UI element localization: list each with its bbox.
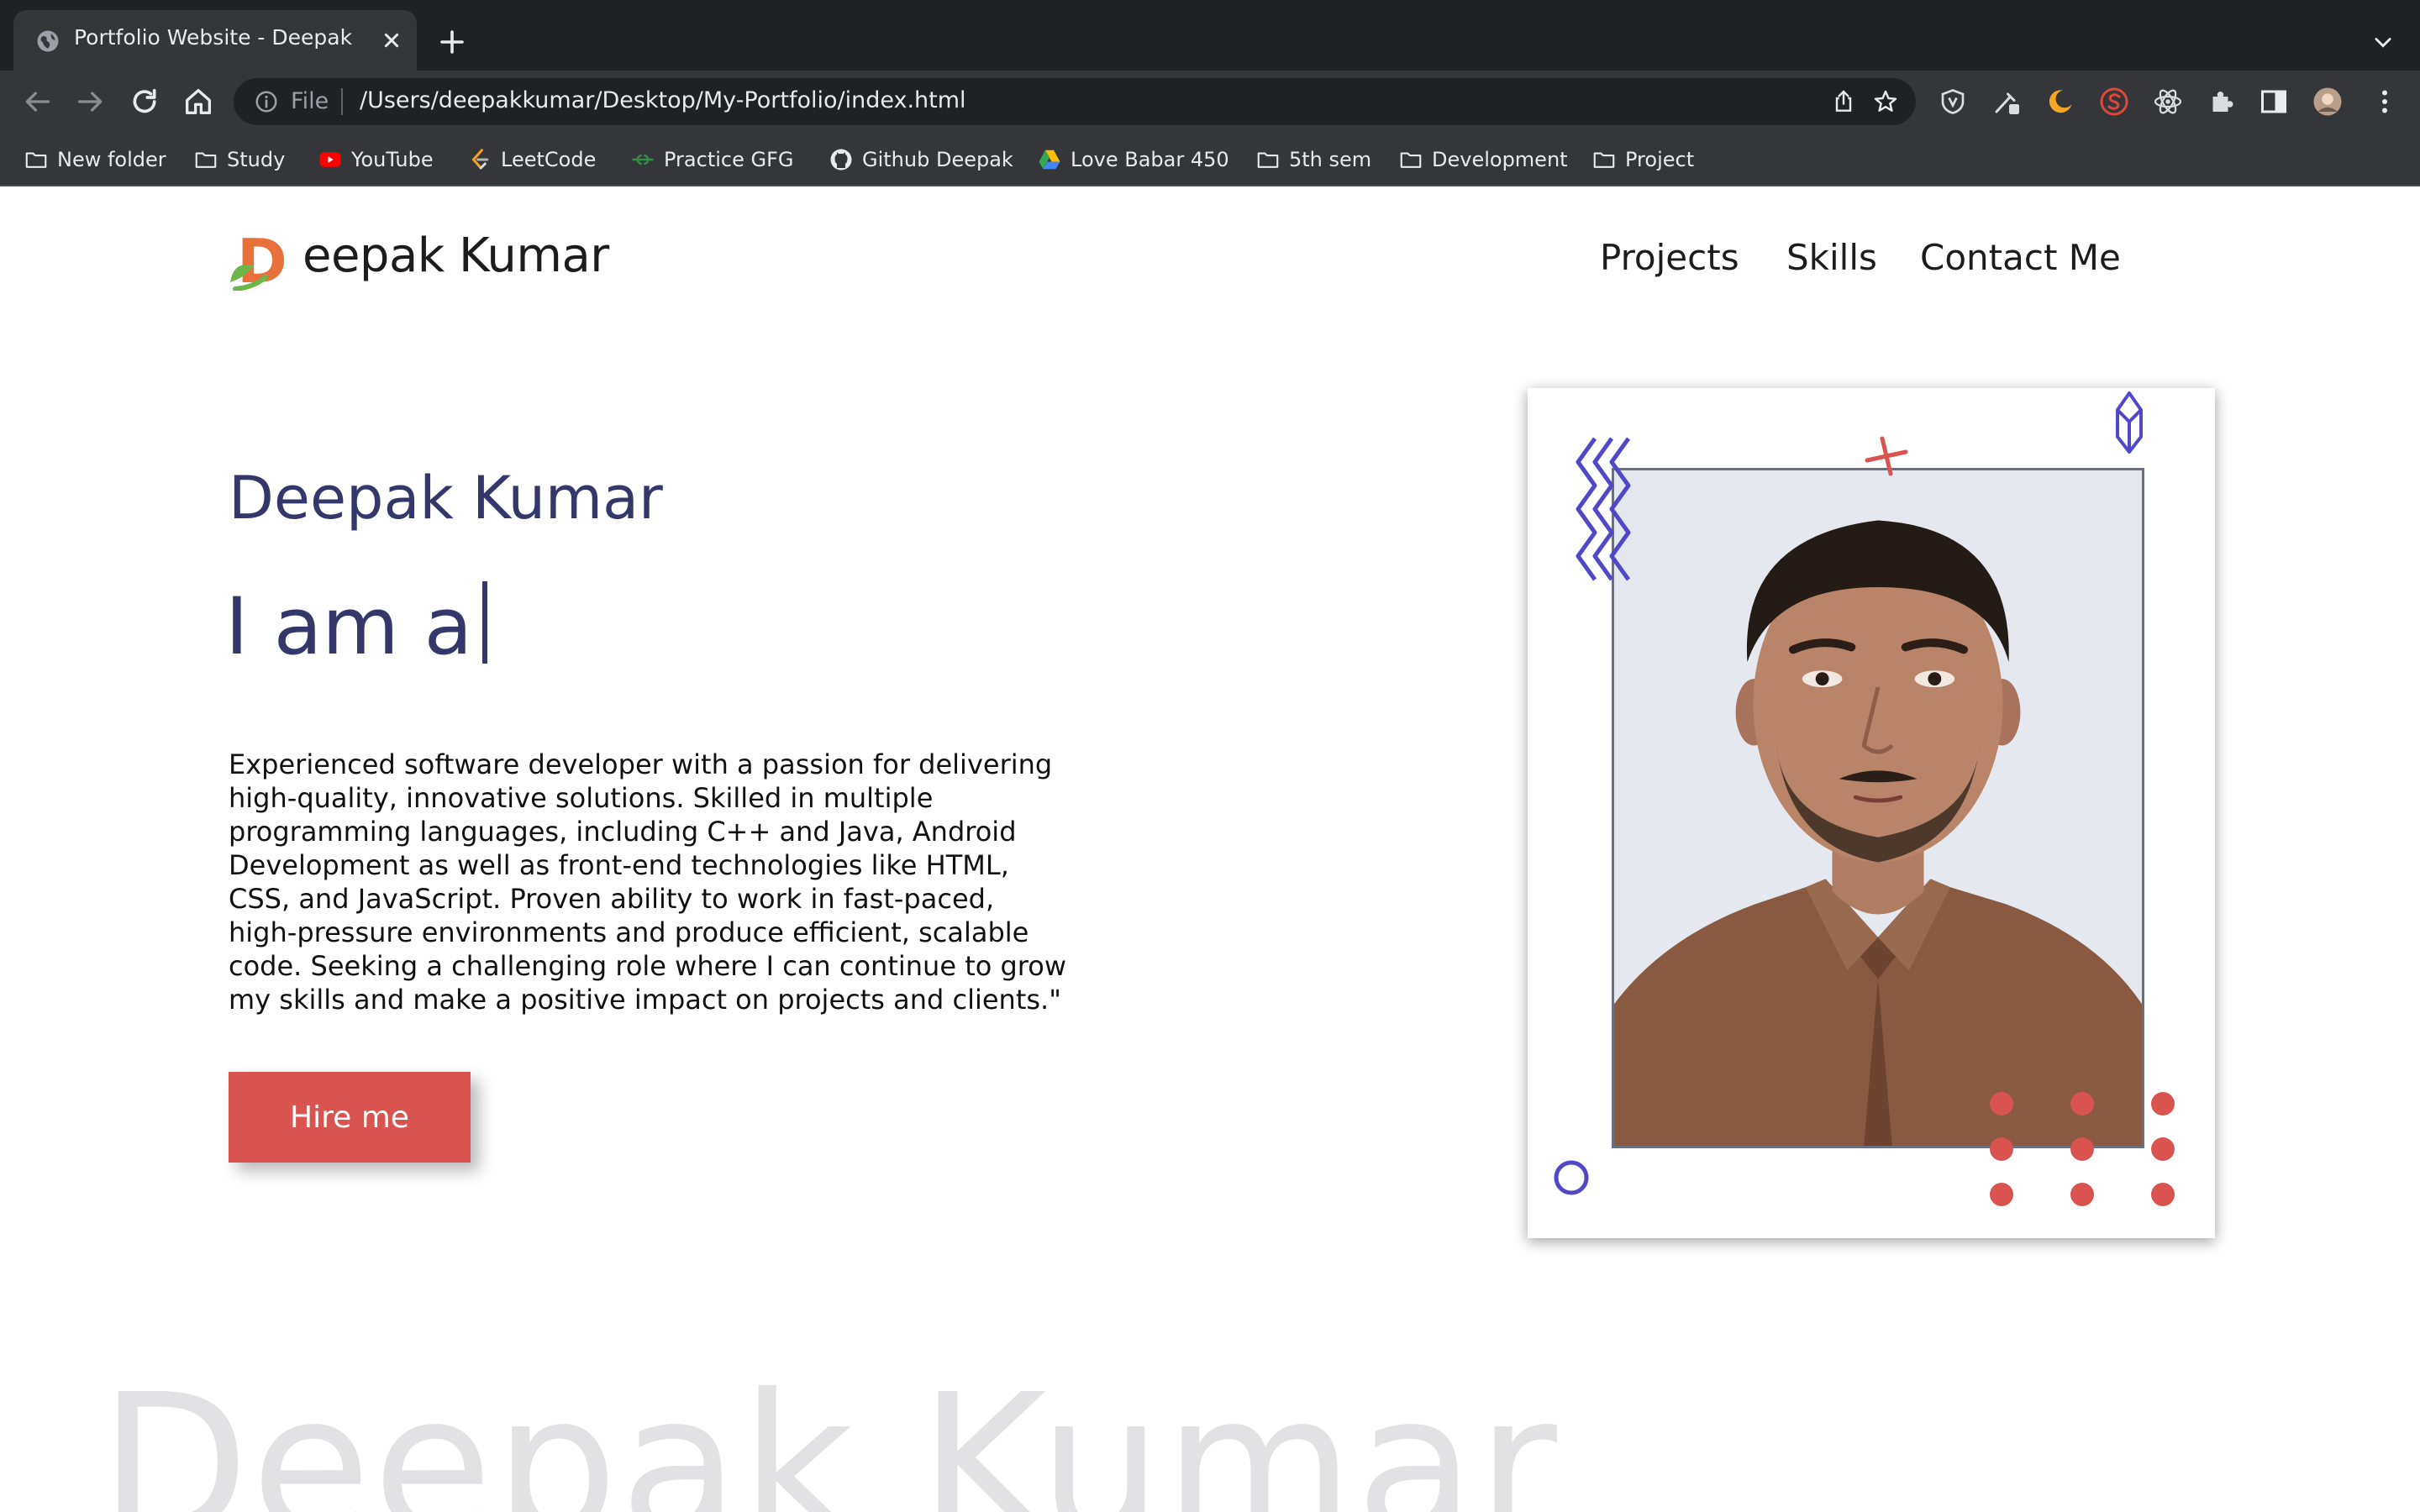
info-icon[interactable] <box>254 89 279 114</box>
typed-prefix: I am a <box>225 581 473 673</box>
github-icon <box>830 149 852 171</box>
more-menu-icon[interactable] <box>2370 87 2400 117</box>
zigzag-decoration <box>1576 437 1631 581</box>
forward-icon[interactable] <box>74 85 108 118</box>
nav-contact-me[interactable]: Contact Me <box>1920 237 2121 278</box>
home-icon[interactable] <box>182 85 215 118</box>
bookmark-label: YouTube <box>351 148 434 171</box>
react-devtools-icon[interactable] <box>2153 87 2183 117</box>
nav-skills[interactable]: Skills <box>1786 237 1877 278</box>
url-scheme-label: File <box>291 88 329 114</box>
browser-toolbar: File /Users/deepakkumar/Desktop/My-Portf… <box>0 71 2420 133</box>
bookmark-project[interactable]: Project <box>1591 144 1694 175</box>
side-panel-icon[interactable] <box>2259 87 2289 117</box>
folder-icon <box>1593 152 1615 168</box>
bookmark-development[interactable]: Development <box>1398 144 1568 175</box>
new-tab-icon[interactable] <box>437 27 467 57</box>
share-icon[interactable] <box>1830 88 1857 115</box>
profile-avatar-icon[interactable] <box>2312 87 2343 117</box>
ring-decoration <box>1554 1160 1589 1195</box>
s-extension-icon[interactable] <box>2099 87 2129 117</box>
bookmark-leetcode[interactable]: LeetCode <box>467 144 596 175</box>
crystal-decoration <box>2116 391 2143 454</box>
typing-caret <box>482 581 488 664</box>
hero-name: Deepak Kumar <box>229 464 663 533</box>
browser-tab[interactable]: Portfolio Website - Deepak <box>13 10 417 71</box>
reload-icon[interactable] <box>128 85 161 118</box>
chevron-down-icon[interactable] <box>2371 30 2395 54</box>
plus-decoration <box>1865 436 1908 476</box>
photo-decorations <box>1554 391 2175 1206</box>
bookmark-label: Project <box>1625 148 1695 171</box>
bookmark-label: Github Deepak <box>862 148 1013 171</box>
bookmark-label: LeetCode <box>501 148 597 171</box>
youtube-icon <box>319 152 341 167</box>
star-icon[interactable] <box>1872 88 1899 115</box>
bookmark-label: Development <box>1432 148 1568 171</box>
leetcode-icon <box>471 149 489 170</box>
bookmark-5th-sem[interactable]: 5th sem <box>1255 144 1371 175</box>
portfolio-page: D eepak Kumar Projects Skills Contact Me… <box>0 186 2420 1512</box>
gfg-icon <box>632 154 654 165</box>
bookmark-label: 5th sem <box>1289 148 1372 171</box>
bookmark-study[interactable]: Study <box>193 144 285 175</box>
bookmark-practice-gfg[interactable]: Practice GFG <box>630 144 794 175</box>
bookmarks-bar: New folder Study YouTube LeetCode Practi… <box>0 133 2420 186</box>
folder-icon <box>25 152 47 168</box>
address-bar[interactable]: File /Users/deepakkumar/Desktop/My-Portf… <box>234 78 1916 125</box>
bookmark-label: Study <box>227 148 286 171</box>
dots-decoration <box>1990 1092 2175 1206</box>
eyedropper-extension-icon[interactable] <box>1991 87 2022 117</box>
tab-title: Portfolio Website - Deepak <box>74 25 353 50</box>
browser-tabstrip: Portfolio Website - Deepak <box>0 0 2420 71</box>
close-icon[interactable] <box>378 27 405 54</box>
globe-icon <box>37 30 59 52</box>
hero-typed-text: I am a <box>225 581 488 673</box>
nav-projects[interactable]: Projects <box>1600 237 1739 278</box>
bookmark-label: New folder <box>57 148 166 171</box>
profile-photo-card <box>1528 388 2215 1238</box>
logo-text[interactable]: eepak Kumar <box>302 228 609 283</box>
moon-extension-icon[interactable] <box>2045 87 2075 117</box>
background-watermark-text: Deepak Kumar <box>99 1352 1559 1512</box>
back-icon[interactable] <box>20 85 54 118</box>
folder-icon <box>1257 152 1279 168</box>
logo-d-icon[interactable]: D <box>229 230 296 291</box>
folder-icon <box>1400 152 1422 168</box>
url-separator <box>341 88 343 115</box>
bookmark-new-folder[interactable]: New folder <box>24 144 166 175</box>
google-drive-icon <box>1039 150 1060 170</box>
url-text[interactable]: /Users/deepakkumar/Desktop/My-Portfolio/… <box>360 87 966 113</box>
puzzle-icon[interactable] <box>2207 87 2237 117</box>
hire-me-button[interactable]: Hire me <box>229 1072 471 1163</box>
folder-icon <box>195 152 217 168</box>
hero-description: Experienced software developer with a pa… <box>229 748 1066 1016</box>
bookmark-love-babar-450[interactable]: Love Babar 450 <box>1037 144 1229 175</box>
bookmark-youtube[interactable]: YouTube <box>318 144 434 175</box>
bookmark-label: Practice GFG <box>664 148 794 171</box>
bookmark-github-deepak[interactable]: Github Deepak <box>829 144 1013 175</box>
bookmark-label: Love Babar 450 <box>1071 148 1229 171</box>
shield-icon[interactable] <box>1938 87 1968 117</box>
